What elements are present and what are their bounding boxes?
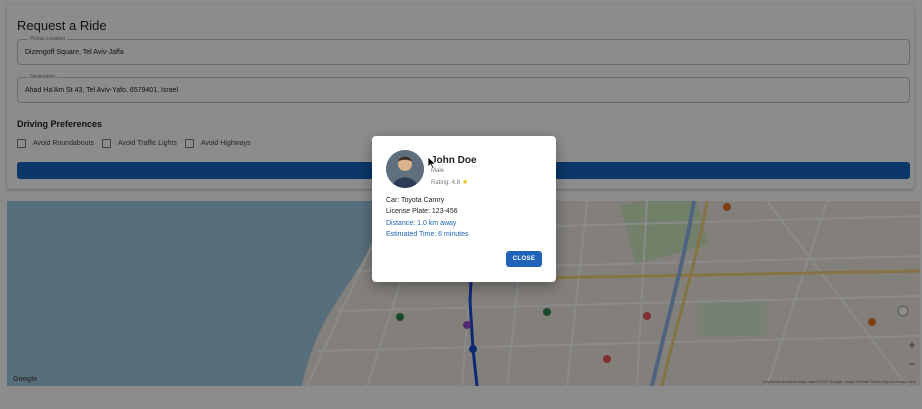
eta-text: Estimated Time: 6 minutes: [386, 231, 469, 238]
page: Request a Ride Pickup Location Dizengoff…: [0, 0, 922, 409]
driver-details-dialog: John Doe Male Rating: 4.8 ★ Car: Toyota C…: [372, 136, 556, 282]
driver-avatar: [386, 150, 424, 188]
license-plate: License Plate: 123-456: [386, 208, 458, 215]
driver-rating: Rating: 4.8 ★: [431, 178, 468, 186]
mouse-cursor-icon: [428, 157, 436, 169]
car-model: Car: Toyota Camry: [386, 197, 445, 204]
close-button[interactable]: CLOSE: [506, 251, 542, 267]
driver-rating-text: Rating: 4.8: [431, 180, 461, 186]
distance-text: Distance: 1.0 km away: [386, 220, 457, 227]
star-icon: ★: [462, 179, 469, 186]
driver-name: John Doe: [431, 155, 477, 166]
